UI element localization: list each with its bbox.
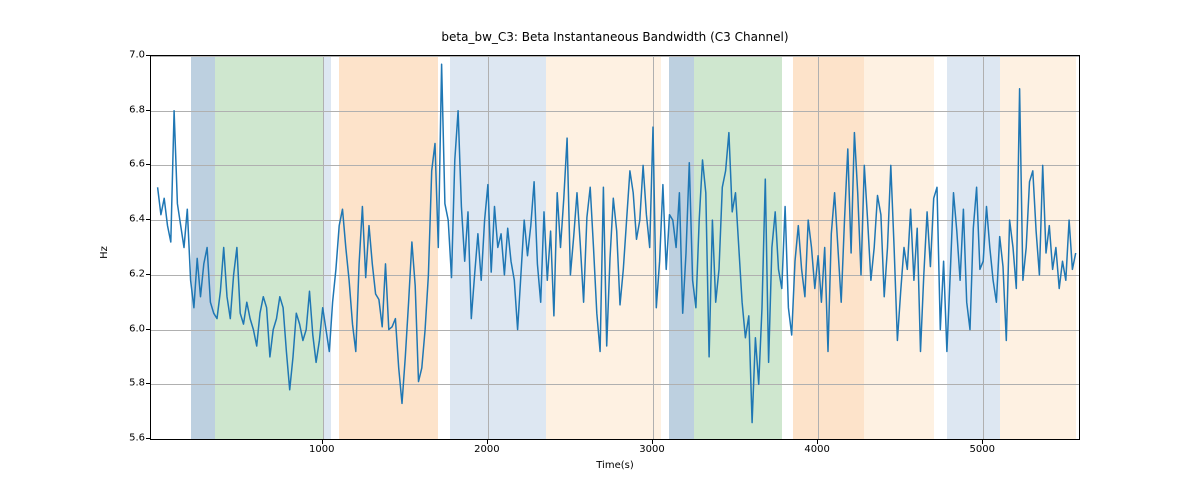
y-tick-label: 5.6 — [45, 433, 145, 444]
y-tick-label: 5.8 — [45, 378, 145, 389]
x-tick-mark — [652, 440, 653, 444]
y-tick-mark — [146, 110, 150, 111]
y-tick-label: 6.4 — [45, 214, 145, 225]
y-tick-mark — [146, 164, 150, 165]
figure: beta_bw_C3: Beta Instantaneous Bandwidth… — [0, 0, 1200, 500]
x-tick-mark — [817, 440, 818, 444]
y-tick-mark — [146, 438, 150, 439]
x-tick-label: 3000 — [622, 444, 682, 455]
x-tick-label: 5000 — [952, 444, 1012, 455]
x-tick-mark — [487, 440, 488, 444]
x-axis-label: Time(s) — [150, 460, 1080, 471]
gridline-horizontal — [151, 439, 1079, 440]
x-tick-mark — [322, 440, 323, 444]
y-tick-label: 7.0 — [45, 50, 145, 61]
y-axis-label: Hz — [99, 246, 110, 259]
y-tick-mark — [146, 274, 150, 275]
y-tick-label: 6.0 — [45, 323, 145, 334]
y-tick-label: 6.2 — [45, 268, 145, 279]
y-tick-mark — [146, 219, 150, 220]
x-tick-label: 4000 — [787, 444, 847, 455]
line-series — [151, 56, 1079, 439]
y-tick-mark — [146, 55, 150, 56]
y-tick-mark — [146, 383, 150, 384]
x-tick-label: 2000 — [457, 444, 517, 455]
y-tick-label: 6.6 — [45, 159, 145, 170]
y-tick-mark — [146, 329, 150, 330]
plot-area — [150, 55, 1080, 440]
chart-title: beta_bw_C3: Beta Instantaneous Bandwidth… — [150, 30, 1080, 44]
y-tick-label: 6.8 — [45, 104, 145, 115]
x-tick-mark — [982, 440, 983, 444]
x-tick-label: 1000 — [292, 444, 352, 455]
